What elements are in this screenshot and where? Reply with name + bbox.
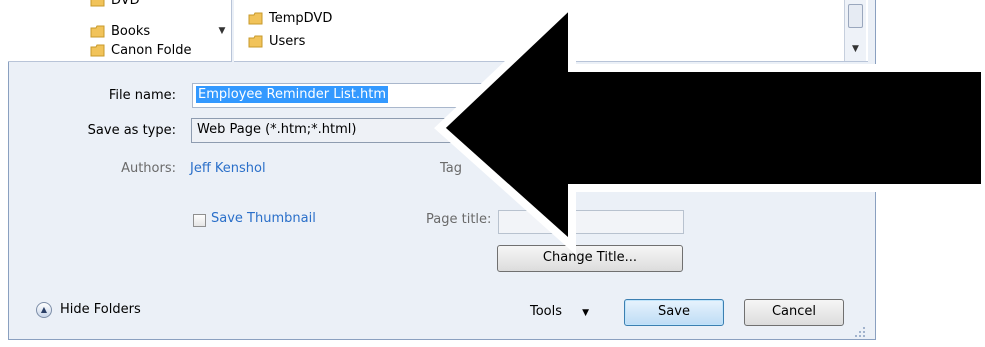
annotation-arrow-icon <box>434 0 985 255</box>
